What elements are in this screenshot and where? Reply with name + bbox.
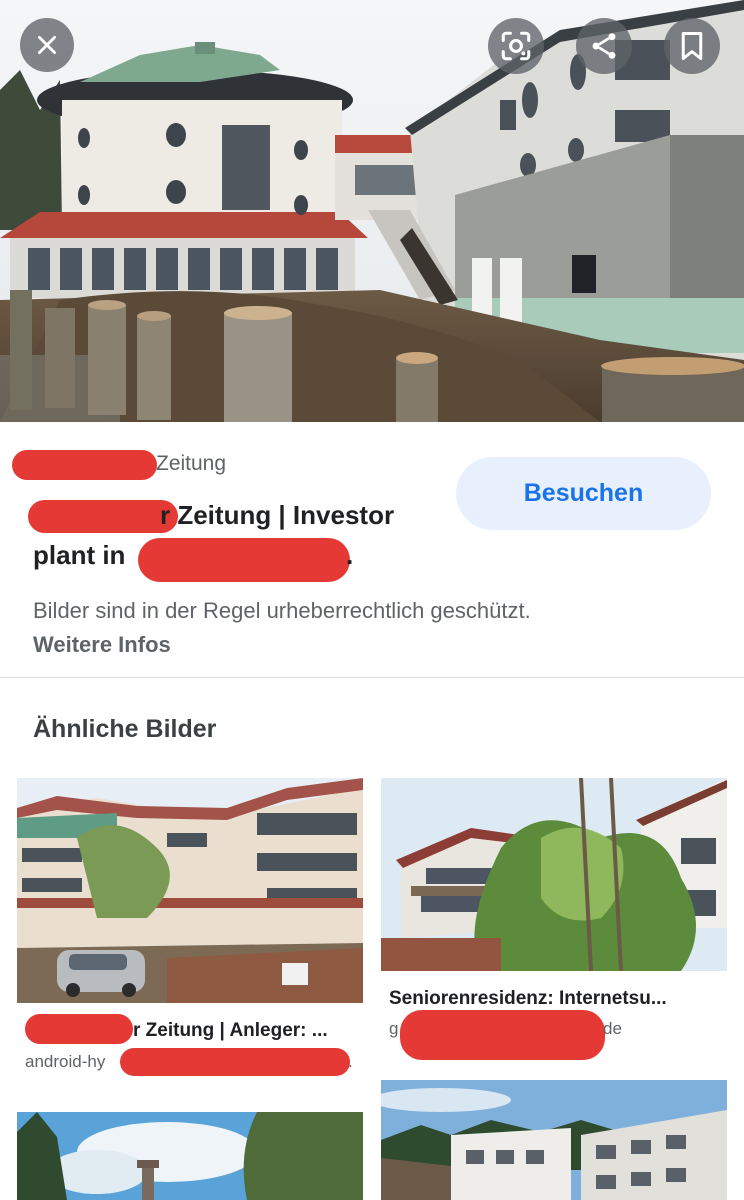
close-icon <box>38 36 56 54</box>
redaction-mark <box>120 1048 350 1076</box>
redaction-mark <box>28 500 178 533</box>
similar-card-domain-end: . <box>348 1052 353 1071</box>
visit-button[interactable]: Besuchen <box>456 457 711 530</box>
similar-card-title[interactable]: Seniorenresidenz: Internetsu... <box>389 988 719 1010</box>
similar-card-domain: android-hy <box>25 1052 106 1071</box>
similar-image-thumbnail[interactable] <box>381 778 727 971</box>
copyright-text: Bilder sind in der Regel urheberrechtlic… <box>33 598 531 623</box>
main-image[interactable] <box>0 0 744 422</box>
share-icon <box>592 33 616 59</box>
building-photo <box>0 0 744 422</box>
similar-image-thumbnail[interactable] <box>381 1080 727 1200</box>
building-photo <box>381 1080 727 1200</box>
source-name[interactable]: Zeitung <box>156 452 226 476</box>
share-button[interactable] <box>576 18 632 74</box>
building-photo <box>17 1112 363 1200</box>
bookmark-icon <box>681 32 703 60</box>
similar-card-title[interactable]: r Zeitung | Anleger: ... <box>133 1020 363 1042</box>
similar-image-thumbnail[interactable] <box>17 778 363 1003</box>
redaction-mark <box>12 450 157 480</box>
redaction-mark <box>138 538 350 582</box>
similar-images-heading: Ähnliche Bilder <box>33 715 217 743</box>
building-photo <box>381 778 727 971</box>
building-photo <box>17 778 363 1003</box>
close-button[interactable] <box>20 18 74 72</box>
bookmark-button[interactable] <box>664 18 720 74</box>
divider <box>0 677 744 678</box>
redaction-mark <box>25 1014 133 1044</box>
google-lens-icon <box>501 31 531 61</box>
result-title-line2[interactable]: plant in <box>33 540 125 571</box>
similar-card-domain-end: de <box>603 1019 622 1038</box>
similar-image-thumbnail[interactable] <box>17 1112 363 1200</box>
google-lens-button[interactable] <box>488 18 544 74</box>
similar-card-domain: g <box>389 1019 399 1038</box>
more-info-link[interactable]: Weitere Infos <box>33 632 171 657</box>
result-title-end: . <box>346 540 354 570</box>
result-title-line1[interactable]: r Zeitung | Investor <box>160 500 394 531</box>
redaction-mark <box>400 1010 605 1060</box>
copyright-notice: Bilder sind in der Regel urheberrechtlic… <box>33 594 553 662</box>
